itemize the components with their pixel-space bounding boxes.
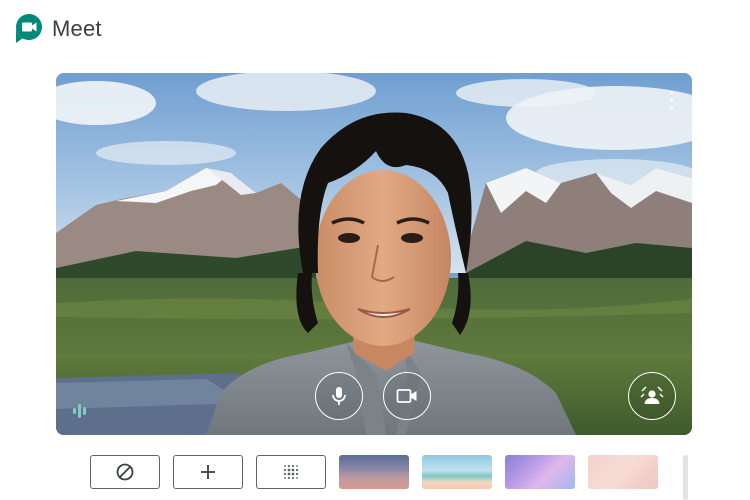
audio-level-icon: [73, 404, 86, 418]
camera-feed: [56, 73, 692, 435]
background-thumbnail-purple-clouds[interactable]: [505, 455, 575, 489]
no-effect-icon: [116, 463, 134, 481]
background-thumbnail-pink-sparkles[interactable]: [588, 455, 658, 489]
app-name: Meet: [52, 16, 102, 41]
app-header: Meet: [14, 12, 102, 46]
microphone-button[interactable]: [315, 372, 363, 420]
video-camera-icon: [396, 389, 417, 403]
plus-icon: [201, 465, 215, 479]
background-thumbnail-sunset[interactable]: [339, 455, 409, 489]
camera-button[interactable]: [383, 372, 431, 420]
blur-icon: [283, 464, 299, 480]
background-options-tray: [56, 435, 692, 500]
no-effect-option[interactable]: [90, 455, 160, 489]
background-effects-button[interactable]: [628, 372, 676, 420]
microphone-icon: [332, 387, 346, 405]
background-effects-icon: [640, 386, 664, 404]
tray-scrollbar[interactable]: [683, 455, 688, 500]
more-options-button[interactable]: [666, 91, 676, 109]
blur-option[interactable]: [256, 455, 326, 489]
more-vert-icon: [669, 91, 673, 94]
meet-logo-icon: [16, 14, 42, 43]
background-thumbnail-beach[interactable]: [422, 455, 492, 489]
add-background-option[interactable]: [173, 455, 243, 489]
video-preview: [56, 73, 692, 435]
